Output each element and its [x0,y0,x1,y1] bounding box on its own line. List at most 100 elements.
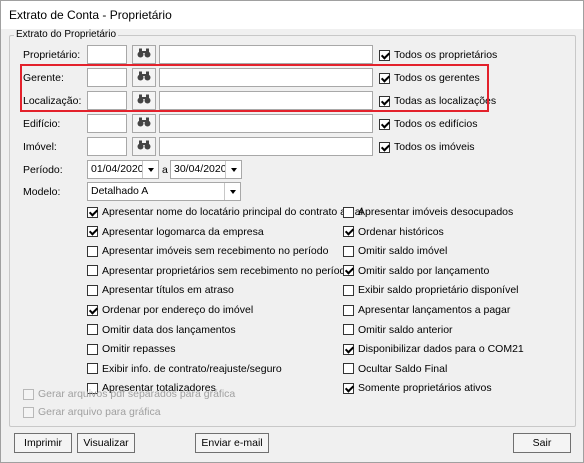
imovel-code-input[interactable] [87,137,127,156]
imovel-label: Imóvel: [23,141,57,153]
chevron-down-icon[interactable] [224,183,240,200]
options-left-checkbox[interactable]: Apresentar proprietários sem recebimento… [87,265,351,277]
proprietario-code-input[interactable] [87,45,127,64]
checkbox-label: Somente proprietários ativos [358,382,492,395]
proprietario-search-button[interactable] [132,45,156,64]
checkbox-box[interactable] [87,245,98,257]
binoculars-icon [137,117,151,130]
checkbox-box[interactable] [343,363,354,375]
chevron-down-icon[interactable] [142,161,158,178]
view-button[interactable]: Visualizar [77,433,135,453]
checkbox-box[interactable] [87,324,98,336]
todos-imoveis-checkbox[interactable]: Todos os imóveis [379,141,475,153]
checkbox-label: Disponibilizar dados para o COM21 [358,343,524,356]
options-right-checkbox[interactable]: Ordenar históricos [343,226,444,238]
checkbox-box[interactable] [343,265,354,277]
options-left-checkbox[interactable]: Ordenar por endereço do imóvel [87,304,253,316]
checkbox-box[interactable] [87,284,98,296]
checkbox-label: Exibir info. de contrato/reajuste/seguro [102,362,282,375]
options-left-checkbox[interactable]: Apresentar nome do locatário principal d… [87,206,363,218]
title-bar: Extrato de Conta - Proprietário [1,1,583,29]
checkbox-box[interactable] [343,226,354,238]
checkbox-label: Gerar arquivos pdf separados para gráfic… [38,388,236,400]
options-right-checkbox[interactable]: Exibir saldo proprietário disponível [343,284,519,296]
checkbox-box[interactable] [343,382,354,394]
group-legend: Extrato do Proprietário [14,29,119,40]
options-left-checkbox[interactable]: Omitir data dos lançamentos [87,324,236,336]
checkbox-box[interactable] [87,226,98,238]
binoculars-icon [137,48,151,61]
proprietario-label: Proprietário: [23,49,81,61]
todos-proprietarios-label: Todos os proprietários [394,49,498,61]
window-title: Extrato de Conta - Proprietário [9,8,172,22]
options-left-checkbox[interactable]: Apresentar imóveis sem recebimento no pe… [87,245,328,257]
options-left-checkbox[interactable]: Exibir info. de contrato/reajuste/seguro [87,363,282,375]
binoculars-icon [137,140,151,153]
checkbox-box[interactable] [379,49,390,61]
checkbox-label: Omitir saldo por lançamento [358,264,490,277]
checkbox-box[interactable] [379,141,390,153]
options-left-checkbox[interactable]: Omitir repasses [87,343,176,355]
checkbox-box[interactable] [87,206,98,218]
options-right-checkbox[interactable]: Omitir saldo por lançamento [343,265,489,277]
checkbox-box[interactable] [343,206,354,218]
options-right-checkbox[interactable]: Ocultar Saldo Final [343,363,447,375]
proprietario-name-input[interactable] [159,45,373,64]
periodo-separator: a [162,164,168,176]
send-email-button[interactable]: Enviar e-mail [195,433,269,453]
checkbox-label: Apresentar logomarca da empresa [102,225,264,238]
checkbox-label: Ocultar Saldo Final [358,362,448,375]
checkbox-box[interactable] [343,304,354,316]
imovel-name-input[interactable] [159,137,373,156]
checkbox-label: Apresentar títulos em atraso [102,284,234,297]
options-left-checkbox[interactable]: Apresentar logomarca da empresa [87,226,264,238]
checkbox-box[interactable] [379,118,390,130]
checkbox-label: Omitir repasses [102,343,176,356]
options-right-checkbox[interactable]: Apresentar lançamentos a pagar [343,304,510,316]
print-button[interactable]: Imprimir [14,433,72,453]
options-left-checkbox[interactable]: Apresentar títulos em atraso [87,284,234,296]
edificio-code-input[interactable] [87,114,127,133]
highlight-box [20,64,489,112]
checkbox-label: Gerar arquivo para gráfica [38,406,161,418]
options-right-checkbox[interactable]: Somente proprietários ativos [343,382,492,394]
checkbox-box[interactable] [343,343,354,355]
checkbox-label: Ordenar históricos [358,225,444,238]
disabled-options-checkbox: Gerar arquivos pdf separados para gráfic… [23,388,235,400]
options-right-checkbox[interactable]: Omitir saldo anterior [343,324,453,336]
todos-edificios-label: Todos os edifícios [394,118,478,130]
checkbox-label: Omitir saldo imóvel [358,245,448,258]
edificio-name-input[interactable] [159,114,373,133]
checkbox-box[interactable] [343,245,354,257]
exit-button[interactable]: Sair [513,433,571,453]
checkbox-label: Apresentar proprietários sem recebimento… [102,264,352,277]
chevron-down-icon[interactable] [225,161,241,178]
checkbox-box[interactable] [87,363,98,375]
options-right-checkbox[interactable]: Apresentar imóveis desocupados [343,206,513,218]
checkbox-box[interactable] [343,284,354,296]
todos-proprietarios-checkbox[interactable]: Todos os proprietários [379,49,497,61]
checkbox-box[interactable] [87,343,98,355]
checkbox-label: Apresentar nome do locatário principal d… [102,206,363,218]
todos-edificios-checkbox[interactable]: Todos os edifícios [379,118,477,130]
todos-imoveis-label: Todos os imóveis [394,141,475,153]
periodo-start-picker[interactable]: 01/04/2020 [87,160,159,179]
checkbox-label: Apresentar imóveis sem recebimento no pe… [102,245,329,258]
periodo-end-picker[interactable]: 30/04/2020 [170,160,242,179]
extrato-window: Extrato de Conta - Proprietário Extrato … [0,0,584,463]
modelo-select[interactable]: Detalhado A [87,182,241,201]
checkbox-label: Apresentar lançamentos a pagar [358,304,511,316]
checkbox-box[interactable] [87,265,98,277]
edificio-search-button[interactable] [132,114,156,133]
periodo-start-value: 01/04/2020 [91,163,144,175]
checkbox-box[interactable] [87,304,98,316]
checkbox-box[interactable] [343,324,354,336]
checkbox-box [23,406,34,418]
options-right-checkbox[interactable]: Omitir saldo imóvel [343,245,447,257]
edificio-label: Edifício: [23,118,61,130]
checkbox-label: Ordenar por endereço do imóvel [102,304,254,316]
options-right-checkbox[interactable]: Disponibilizar dados para o COM21 [343,343,524,355]
disabled-options-checkbox: Gerar arquivo para gráfica [23,406,161,418]
checkbox-label: Apresentar imóveis desocupados [358,206,514,218]
imovel-search-button[interactable] [132,137,156,156]
